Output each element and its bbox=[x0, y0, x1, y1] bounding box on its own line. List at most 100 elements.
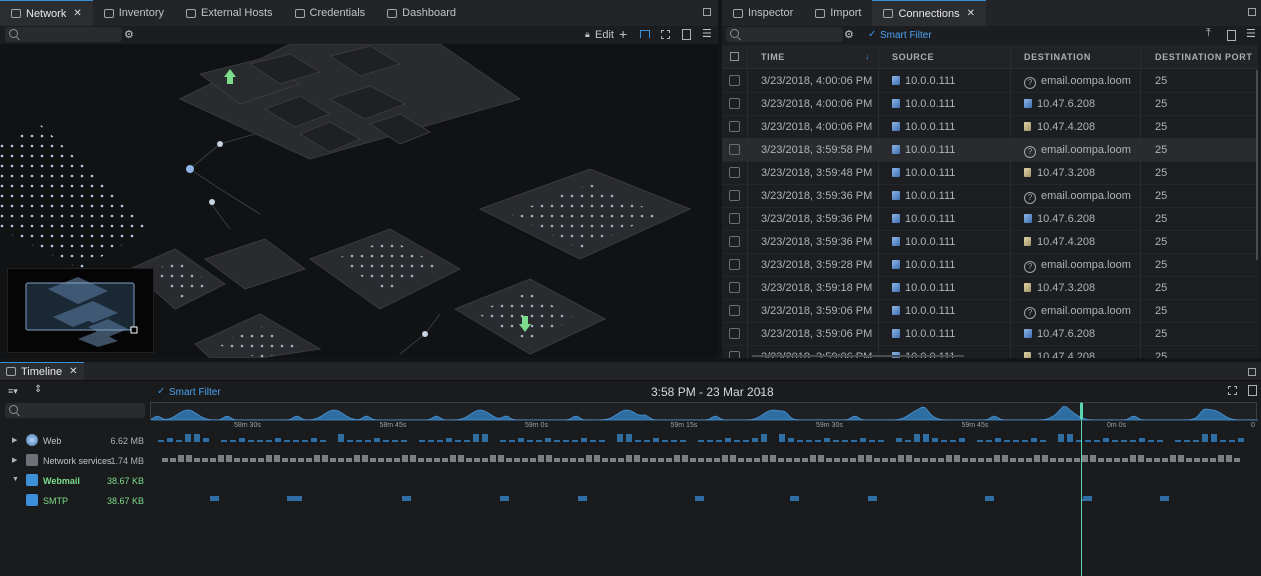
export-icon[interactable] bbox=[1248, 385, 1257, 396]
tab-import[interactable]: Import bbox=[804, 0, 872, 26]
maximize-icon[interactable] bbox=[703, 8, 711, 16]
settings-icon[interactable]: ⚙ bbox=[844, 28, 854, 41]
fit-icon[interactable] bbox=[1228, 386, 1237, 395]
cell-destination-port: 25 bbox=[1155, 98, 1168, 110]
bar bbox=[930, 458, 936, 462]
chevron-down-icon[interactable]: ⌄ bbox=[758, 386, 766, 397]
bar bbox=[794, 458, 800, 462]
timeline-bars[interactable] bbox=[150, 428, 1261, 576]
network-search-input[interactable] bbox=[5, 27, 122, 42]
tab-network[interactable]: Network ✕ bbox=[0, 0, 93, 26]
bar bbox=[506, 458, 512, 462]
table-row[interactable]: 3/23/2018, 3:59:48 PM 10.0.0.111 10.47.3.2… bbox=[722, 161, 1258, 185]
export-icon[interactable] bbox=[1227, 30, 1236, 41]
row-checkbox[interactable] bbox=[729, 305, 740, 316]
tab-dashboard[interactable]: Dashboard bbox=[376, 0, 467, 26]
time-cursor[interactable] bbox=[1081, 402, 1082, 576]
maximize-icon[interactable] bbox=[1248, 368, 1256, 376]
row-checkbox[interactable] bbox=[729, 167, 740, 178]
bar bbox=[653, 438, 659, 442]
row-checkbox[interactable] bbox=[729, 213, 740, 224]
bar bbox=[158, 440, 164, 442]
table-row[interactable]: 3/23/2018, 3:59:36 PM 10.0.0.111 10.47.6.2… bbox=[722, 207, 1258, 231]
table-row[interactable]: 3/23/2018, 3:59:58 PM 10.0.0.111 ? email.oo… bbox=[722, 138, 1258, 162]
bar bbox=[594, 455, 600, 462]
sort-desc-icon[interactable]: ↓ bbox=[865, 51, 870, 61]
close-icon[interactable]: ✕ bbox=[73, 8, 81, 19]
tab-inventory[interactable]: Inventory bbox=[93, 0, 175, 26]
chevron-right-icon[interactable]: ▶ bbox=[12, 456, 17, 464]
bar bbox=[1154, 458, 1160, 462]
tab-connections[interactable]: Connections ✕ bbox=[872, 0, 986, 26]
tab-inspector[interactable]: Inspector bbox=[722, 0, 804, 26]
close-icon[interactable]: ✕ bbox=[967, 8, 975, 19]
row-checkbox[interactable] bbox=[729, 282, 740, 293]
bar bbox=[743, 440, 749, 442]
row-checkbox[interactable] bbox=[729, 98, 740, 109]
horizontal-scrollbar[interactable] bbox=[752, 355, 964, 357]
table-row[interactable]: 3/23/2018, 3:59:18 PM 10.0.0.111 10.47.3.2… bbox=[722, 276, 1258, 300]
table-row[interactable]: 3/23/2018, 4:00:06 PM 10.0.0.111 10.47.6.2… bbox=[722, 92, 1258, 116]
reorder-icon[interactable]: ⇕ bbox=[34, 384, 42, 395]
bar bbox=[218, 455, 224, 462]
add-icon[interactable]: + bbox=[619, 26, 627, 42]
edit-button[interactable]: Edit bbox=[595, 29, 614, 41]
table-row[interactable]: 3/23/2018, 4:00:06 PM 10.0.0.111 ? email.oo… bbox=[722, 69, 1258, 93]
table-row[interactable]: 3/23/2018, 3:59:06 PM 10.0.0.111 10.47.6.2… bbox=[722, 322, 1258, 346]
tab-credentials[interactable]: Credentials bbox=[284, 0, 377, 26]
chevron-right-icon[interactable]: ▶ bbox=[12, 436, 17, 444]
bar bbox=[1042, 455, 1048, 462]
table-row[interactable]: 3/23/2018, 3:59:06 PM 10.0.0.111 ? email.oo… bbox=[722, 299, 1258, 323]
row-checkbox[interactable] bbox=[729, 351, 740, 358]
date-picker[interactable]: 3:58 PM - 23 Mar 2018 bbox=[651, 385, 774, 399]
server-icon bbox=[1024, 168, 1031, 177]
fit-view-icon[interactable] bbox=[661, 30, 670, 39]
row-checkbox[interactable] bbox=[729, 75, 740, 86]
row-checkbox[interactable] bbox=[729, 121, 740, 132]
table-row[interactable]: 3/23/2018, 3:59:36 PM 10.0.0.111 ? email.oo… bbox=[722, 184, 1258, 208]
maximize-icon[interactable] bbox=[1248, 8, 1256, 16]
row-checkbox[interactable] bbox=[729, 328, 740, 339]
minimap[interactable] bbox=[7, 268, 154, 353]
filter-icon[interactable]: ☰ bbox=[702, 27, 712, 40]
settings-icon[interactable]: ⚙ bbox=[124, 28, 134, 41]
network-map-canvas[interactable] bbox=[0, 44, 718, 358]
export-icon[interactable] bbox=[682, 29, 691, 40]
bar bbox=[230, 440, 236, 442]
tab-timeline[interactable]: Timeline ✕ bbox=[0, 362, 84, 380]
column-destination[interactable]: DESTINATION bbox=[1024, 52, 1091, 62]
timeline-search-input[interactable] bbox=[5, 403, 145, 418]
bar bbox=[178, 455, 184, 462]
table-row[interactable]: 3/23/2018, 3:59:28 PM 10.0.0.111 ? email.oo… bbox=[722, 253, 1258, 277]
table-row[interactable]: 3/23/2018, 3:59:36 PM 10.0.0.111 10.47.4.2… bbox=[722, 230, 1258, 254]
filter-icon[interactable]: ☰ bbox=[1246, 27, 1256, 40]
row-checkbox[interactable] bbox=[729, 259, 740, 270]
column-source[interactable]: SOURCE bbox=[892, 52, 934, 62]
row-checkbox[interactable] bbox=[729, 236, 740, 247]
cell-time: 3/23/2018, 3:59:28 PM bbox=[761, 259, 873, 271]
bar bbox=[1090, 455, 1096, 462]
timeline-overview[interactable] bbox=[150, 402, 1258, 421]
bar bbox=[938, 458, 944, 462]
connections-search-input[interactable] bbox=[726, 27, 843, 42]
vertical-scrollbar[interactable] bbox=[1256, 70, 1258, 260]
smart-filter-toggle[interactable]: Smart Filter bbox=[169, 387, 221, 398]
bar bbox=[474, 458, 480, 462]
chevron-down-icon[interactable]: ▼ bbox=[12, 476, 19, 483]
close-icon[interactable]: ✕ bbox=[69, 366, 77, 377]
sort-icon[interactable]: ≡▾ bbox=[8, 386, 18, 397]
bar bbox=[1193, 440, 1199, 442]
smart-filter-toggle[interactable]: Smart Filter bbox=[880, 30, 932, 41]
cell-time: 3/23/2018, 4:00:06 PM bbox=[761, 121, 873, 133]
bar bbox=[824, 438, 830, 442]
column-destination-port[interactable]: DESTINATION PORT bbox=[1155, 52, 1252, 62]
column-time[interactable]: TIME bbox=[761, 52, 785, 62]
scroll-top-icon[interactable]: ⤒ bbox=[1206, 27, 1211, 40]
column-chooser-icon[interactable] bbox=[730, 52, 739, 61]
row-checkbox[interactable] bbox=[729, 144, 740, 155]
table-row[interactable]: 3/23/2018, 4:00:06 PM 10.0.0.111 10.47.4.2… bbox=[722, 115, 1258, 139]
row-checkbox[interactable] bbox=[729, 190, 740, 201]
bar bbox=[1026, 458, 1032, 462]
tab-external-hosts[interactable]: External Hosts bbox=[175, 0, 284, 26]
select-mode-icon[interactable] bbox=[640, 30, 650, 38]
